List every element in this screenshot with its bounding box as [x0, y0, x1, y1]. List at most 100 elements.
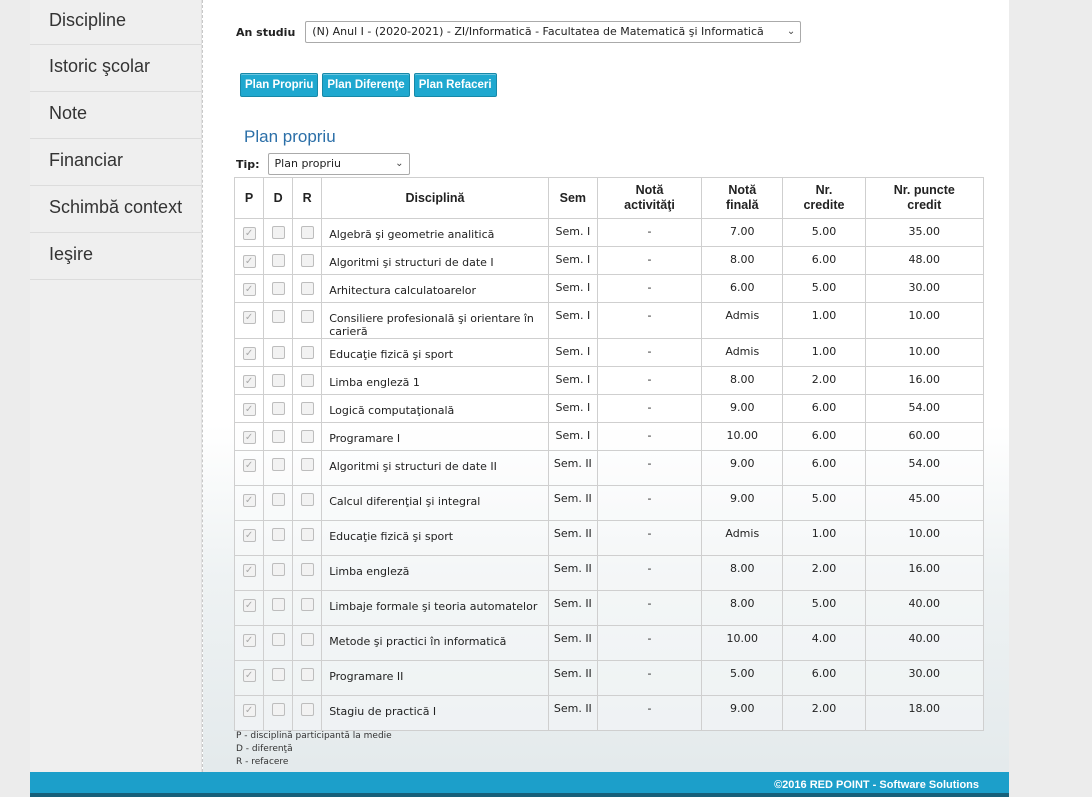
sidebar-item-note[interactable]: Note [30, 92, 201, 139]
diferenta-checkbox[interactable] [271, 668, 285, 681]
cell-d [263, 394, 294, 423]
nota-finala-cell: 8.00 [701, 590, 784, 626]
participant-checkbox[interactable]: ✓ [242, 403, 256, 416]
disciplina-cell[interactable]: Algoritmi şi structuri de date II [321, 450, 549, 486]
refacere-checkbox[interactable] [300, 493, 314, 506]
participant-checkbox[interactable]: ✓ [242, 669, 256, 682]
nota-finala-cell: Admis [701, 338, 784, 367]
footer-bar [30, 793, 1009, 797]
plan-refaceri-button[interactable]: Plan Refaceri [413, 73, 497, 97]
diferenta-checkbox[interactable] [271, 254, 285, 267]
diferenta-checkbox[interactable] [271, 598, 285, 611]
table-row: ✓ Limba engleză 1 Sem. I -8.00 2.00 16.00 [233, 366, 985, 395]
disciplina-cell[interactable]: Programare I [321, 422, 549, 451]
participant-checkbox[interactable]: ✓ [242, 494, 256, 507]
diferenta-checkbox[interactable] [271, 528, 285, 541]
refacere-checkbox[interactable] [300, 703, 314, 716]
diferenta-checkbox[interactable] [271, 458, 285, 471]
diferenta-checkbox[interactable] [271, 703, 285, 716]
sem-cell: Sem. II [547, 590, 598, 626]
refacere-checkbox[interactable] [300, 563, 314, 576]
participant-checkbox[interactable]: ✓ [242, 599, 256, 612]
refacere-checkbox[interactable] [300, 528, 314, 541]
nr-credite-cell: 5.00 [782, 485, 866, 521]
disciplina-cell[interactable]: Educaţie fizică şi sport [321, 520, 549, 556]
an-studiu-select[interactable]: (N) Anul I - (2020-2021) - ZI/Informatic… [305, 21, 802, 43]
participant-checkbox[interactable]: ✓ [242, 564, 256, 577]
header-p: P [233, 177, 265, 219]
diferenta-checkbox[interactable] [271, 346, 285, 359]
diferenta-checkbox[interactable] [271, 226, 285, 239]
disciplina-cell[interactable]: Programare II [321, 660, 549, 696]
sidebar-item-financiar[interactable]: Financiar [30, 139, 201, 186]
refacere-checkbox[interactable] [300, 668, 314, 681]
cell-d [263, 625, 294, 661]
diferenta-checkbox[interactable] [271, 402, 285, 415]
participant-checkbox[interactable]: ✓ [242, 347, 256, 360]
refacere-checkbox[interactable] [300, 310, 314, 323]
disciplina-cell[interactable]: Metode şi practici în informatică [321, 625, 549, 661]
disciplina-cell[interactable]: Limba engleză 1 [321, 366, 549, 395]
refacere-checkbox[interactable] [300, 430, 314, 443]
disciplina-cell[interactable]: Arhitectura calculatoarelor [321, 274, 549, 303]
diferenta-checkbox[interactable] [271, 633, 285, 646]
sidebar-item-iesire[interactable]: Ieşire [30, 233, 201, 280]
header-nr-credite: Nr. credite [782, 177, 866, 219]
disciplina-cell[interactable]: Limba engleză [321, 555, 549, 591]
participant-checkbox[interactable]: ✓ [242, 529, 256, 542]
participant-checkbox[interactable]: ✓ [242, 375, 256, 388]
refacere-checkbox[interactable] [300, 374, 314, 387]
refacere-checkbox[interactable] [300, 598, 314, 611]
participant-checkbox[interactable]: ✓ [242, 311, 256, 324]
nota-activitati-cell: - [596, 422, 703, 451]
diferenta-checkbox[interactable] [271, 282, 285, 295]
disciplina-cell[interactable]: Educaţie fizică şi sport [321, 338, 549, 367]
diferenta-checkbox[interactable] [271, 430, 285, 443]
refacere-checkbox[interactable] [300, 633, 314, 646]
plan-diferente-button[interactable]: Plan Diferenţe [322, 73, 410, 97]
refacere-checkbox[interactable] [300, 226, 314, 239]
diferenta-checkbox[interactable] [271, 374, 285, 387]
participant-checkbox[interactable]: ✓ [242, 255, 256, 268]
refacere-checkbox[interactable] [300, 346, 314, 359]
cell-p: ✓ [233, 520, 265, 556]
cell-p: ✓ [233, 394, 265, 423]
nr-puncte-credit-cell: 60.00 [864, 422, 985, 451]
cell-p: ✓ [233, 695, 265, 731]
sidebar-item-istoric-scolar[interactable]: Istoric şcolar [30, 45, 201, 92]
participant-checkbox[interactable]: ✓ [242, 431, 256, 444]
disciplina-cell[interactable]: Stagiu de practică I [321, 695, 549, 731]
participant-checkbox[interactable]: ✓ [242, 704, 256, 717]
participant-checkbox[interactable]: ✓ [242, 227, 256, 240]
participant-checkbox[interactable]: ✓ [242, 283, 256, 296]
an-studiu-value: (N) Anul I - (2020-2021) - ZI/Informatic… [312, 25, 764, 38]
diferenta-checkbox[interactable] [271, 493, 285, 506]
nr-credite-cell: 6.00 [782, 450, 866, 486]
disciplina-cell[interactable]: Consiliere profesională şi orientare în … [321, 302, 549, 339]
disciplina-cell[interactable]: Logică computaţională [321, 394, 549, 423]
participant-checkbox[interactable]: ✓ [242, 459, 256, 472]
table-row: ✓ Consiliere profesională şi orientare în… [233, 302, 985, 339]
participant-checkbox[interactable]: ✓ [242, 634, 256, 647]
refacere-checkbox[interactable] [300, 254, 314, 267]
nota-activitati-cell: - [596, 366, 703, 395]
disciplina-cell[interactable]: Calcul diferenţial şi integral [321, 485, 549, 521]
header-nota-activitati: Notă activităţi [596, 177, 703, 219]
cell-p: ✓ [233, 660, 265, 696]
diferenta-checkbox[interactable] [271, 563, 285, 576]
nr-credite-cell: 5.00 [782, 590, 866, 626]
diferenta-checkbox[interactable] [271, 310, 285, 323]
tip-select[interactable]: Plan propriu ⌄ [267, 153, 410, 175]
cell-r [292, 302, 323, 339]
sidebar-item-schimba-context[interactable]: Schimbă context [30, 186, 201, 233]
refacere-checkbox[interactable] [300, 458, 314, 471]
sidebar-item-discipline[interactable]: Discipline [30, 0, 201, 45]
disciplina-cell[interactable]: Limbaje formale şi teoria automatelor [321, 590, 549, 626]
refacere-checkbox[interactable] [300, 282, 314, 295]
plan-propriu-button[interactable]: Plan Propriu [240, 73, 319, 97]
refacere-checkbox[interactable] [300, 402, 314, 415]
disciplina-cell[interactable]: Algoritmi şi structuri de date I [321, 246, 549, 275]
nr-puncte-credit-cell: 45.00 [864, 485, 985, 521]
sem-cell: Sem. II [547, 625, 598, 661]
disciplina-cell[interactable]: Algebră şi geometrie analitică [321, 218, 549, 247]
